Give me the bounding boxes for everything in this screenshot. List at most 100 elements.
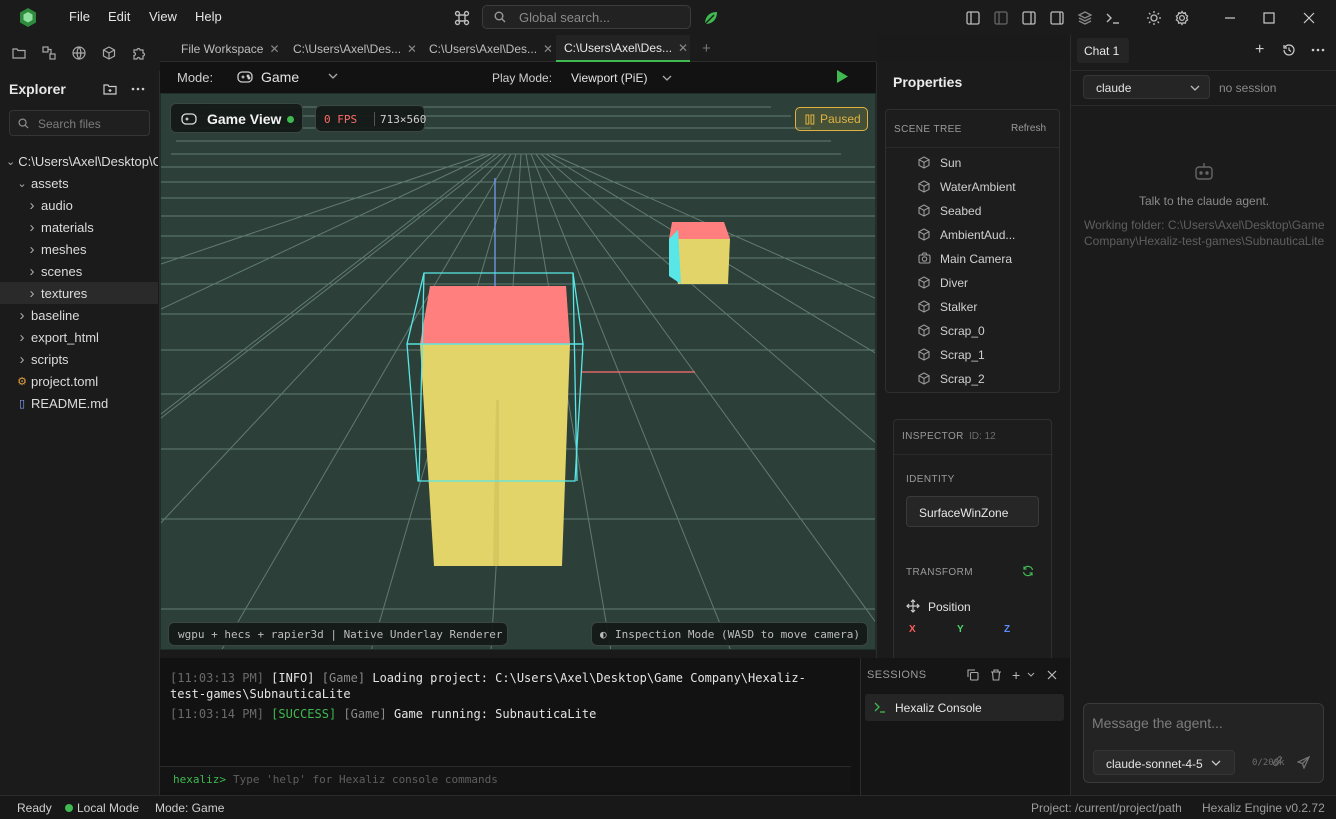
reset-transform-icon[interactable]: [1022, 565, 1034, 577]
close-icon[interactable]: ✕: [678, 41, 688, 55]
model-select[interactable]: claude-sonnet-4-5: [1093, 750, 1235, 775]
menu-view[interactable]: View: [149, 9, 177, 24]
explorer-search-input[interactable]: Search files: [38, 117, 101, 131]
scene-tree-item[interactable]: Sun: [918, 156, 961, 170]
game-view-badge[interactable]: Game View: [170, 103, 303, 133]
close-icon[interactable]: ✕: [407, 42, 415, 56]
chat-tab[interactable]: Chat 1: [1077, 38, 1129, 63]
mode-select[interactable]: Game: [236, 67, 342, 89]
tree-folder[interactable]: › materials: [0, 216, 158, 238]
scene-tree-item[interactable]: Seabed: [918, 204, 981, 218]
layout-left-icon[interactable]: [963, 8, 983, 28]
new-chat-icon[interactable]: +: [1255, 41, 1264, 59]
agent-select[interactable]: claude: [1083, 75, 1210, 99]
refresh-button[interactable]: Refresh: [1011, 123, 1046, 134]
message-input[interactable]: Message the agent...: [1092, 715, 1223, 731]
cube-icon[interactable]: [102, 46, 116, 60]
agent-value: claude: [1096, 81, 1132, 95]
session-item[interactable]: Hexaliz Console: [865, 694, 1064, 721]
command-icon[interactable]: [452, 8, 472, 28]
layout-bottom-icon[interactable]: [991, 8, 1011, 28]
close-icon[interactable]: ✕: [543, 42, 551, 56]
folder-open-icon[interactable]: [12, 46, 26, 60]
scene-tree-item[interactable]: Diver: [918, 276, 968, 290]
new-folder-icon[interactable]: [103, 82, 117, 96]
scene-tree-item[interactable]: Stalker: [918, 300, 977, 314]
globe-icon[interactable]: [72, 46, 86, 60]
minimize-icon[interactable]: [1220, 8, 1240, 28]
paused-badge[interactable]: Paused: [795, 107, 868, 131]
global-search[interactable]: Global search...: [482, 5, 691, 29]
cube-icon: [918, 228, 932, 242]
scene-tree-item[interactable]: Scrap_0: [918, 324, 985, 338]
maximize-icon[interactable]: [1259, 8, 1279, 28]
tree-folder[interactable]: ⌄ assets: [0, 172, 158, 194]
tree-item-label: project.toml: [31, 373, 99, 389]
tab-label: File Workspace: [181, 41, 264, 56]
tree-folder[interactable]: › export_html: [0, 326, 158, 348]
console-input-row[interactable]: hexaliz> Type 'help' for Hexaliz console…: [160, 766, 851, 792]
play-button[interactable]: [836, 69, 849, 84]
chevron-down-icon: [1211, 760, 1221, 766]
settings-gear-icon[interactable]: [1172, 8, 1192, 28]
tab-file-workspace[interactable]: File Workspace ✕: [173, 35, 283, 62]
console-line: [11:03:14 PM] [SUCCESS] [Game] Game runn…: [170, 706, 830, 722]
scene-tree-item[interactable]: Main Camera: [918, 252, 1012, 266]
close-icon[interactable]: ✕: [269, 42, 279, 56]
tab-path-1[interactable]: C:\Users\Axel\Des... ✕: [285, 35, 415, 62]
theme-sun-icon[interactable]: [1144, 8, 1164, 28]
scene-tree-item[interactable]: WaterAmbient: [918, 180, 1016, 194]
send-icon[interactable]: [1297, 756, 1310, 769]
history-icon[interactable]: [1282, 43, 1296, 57]
puzzle-icon[interactable]: [132, 46, 146, 60]
trash-icon[interactable]: [990, 669, 1002, 681]
tree-root[interactable]: ⌄ C:\Users\Axel\Desktop\Game Company\Hex…: [0, 150, 158, 172]
identity-field[interactable]: SurfaceWinZone: [906, 496, 1039, 527]
scene-tree-item[interactable]: Scrap_2: [918, 372, 985, 386]
game-viewport[interactable]: Game View 0 FPS 713×560 Paused wgpu + he…: [160, 93, 876, 650]
search-input[interactable]: Global search...: [519, 10, 610, 25]
tree-folder[interactable]: › meshes: [0, 238, 158, 260]
add-tab-icon[interactable]: +: [702, 40, 711, 57]
more-options-icon[interactable]: [1311, 48, 1325, 52]
console-input[interactable]: Type 'help' for Hexaliz console commands: [233, 773, 498, 786]
tab-path-3-active[interactable]: C:\Users\Axel\Des... ✕: [556, 35, 690, 62]
resolution-value: 713×560: [380, 113, 427, 126]
menu-file[interactable]: File: [69, 9, 90, 24]
copy-icon[interactable]: [967, 669, 979, 681]
tree-file[interactable]: ⚙ project.toml: [0, 370, 158, 392]
scene-tree-item[interactable]: Scrap_1: [918, 348, 985, 362]
explorer-search[interactable]: Search files: [9, 110, 150, 136]
tree-folder[interactable]: › textures: [0, 282, 158, 304]
layers-icon[interactable]: [1075, 8, 1095, 28]
scene-tree-item[interactable]: AmbientAud...: [918, 228, 1015, 242]
transform-label: TRANSFORM: [906, 567, 973, 578]
tree-folder[interactable]: › scripts: [0, 348, 158, 370]
add-session-icon[interactable]: +: [1012, 667, 1020, 683]
close-window-icon[interactable]: [1299, 8, 1319, 28]
more-options-icon[interactable]: [131, 87, 145, 91]
menu-help[interactable]: Help: [195, 9, 222, 24]
tree-folder[interactable]: › audio: [0, 194, 158, 216]
mode-label: Mode:: [177, 70, 214, 85]
play-mode-select[interactable]: Viewport (PiE): [570, 67, 674, 89]
chevron-down-icon[interactable]: [1027, 672, 1035, 677]
tree-folder[interactable]: › scenes: [0, 260, 158, 282]
nodes-icon[interactable]: [42, 46, 56, 60]
tree-folder[interactable]: › baseline: [0, 304, 158, 326]
layout-right-icon[interactable]: [1019, 8, 1039, 28]
leaf-icon[interactable]: [701, 8, 721, 28]
layout-chat-icon[interactable]: [1047, 8, 1067, 28]
tree-item-label: README.md: [31, 395, 109, 411]
close-icon[interactable]: [1047, 670, 1057, 680]
menu-edit[interactable]: Edit: [108, 9, 130, 24]
status-local-mode[interactable]: Local Mode: [77, 801, 139, 815]
attach-icon[interactable]: [1272, 756, 1284, 768]
tab-path-2[interactable]: C:\Users\Axel\Des... ✕: [421, 35, 551, 62]
chat-composer[interactable]: Message the agent... claude-sonnet-4-5 0…: [1083, 703, 1324, 783]
tree-file[interactable]: ▯ README.md: [0, 392, 158, 414]
terminal-icon[interactable]: [1103, 8, 1123, 28]
identity-label: IDENTITY: [906, 474, 955, 485]
fps-value: 0 FPS: [324, 113, 358, 126]
chevron-down-icon: [662, 75, 672, 81]
